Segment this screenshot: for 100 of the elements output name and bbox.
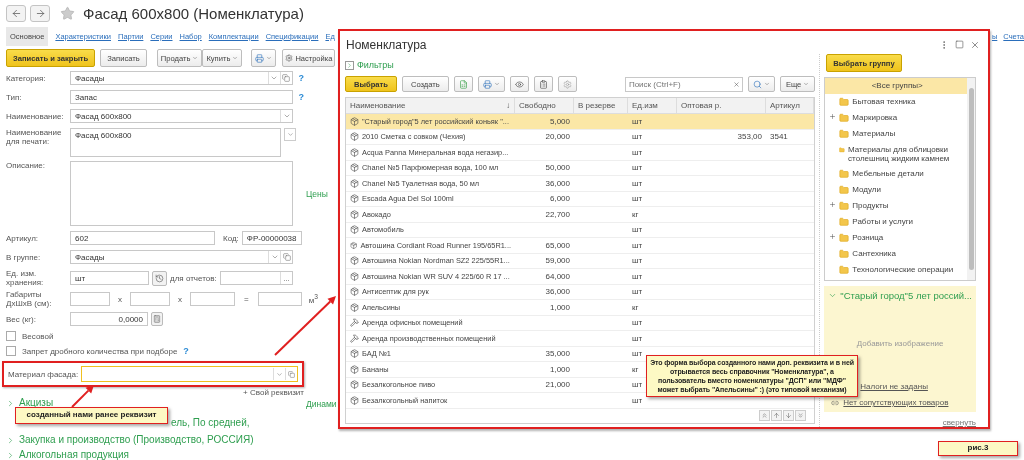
table-cell: шт — [632, 380, 643, 390]
column-header[interactable]: Наименование ↓ — [346, 98, 515, 113]
dropdown-button[interactable] — [284, 128, 296, 141]
table-cell: кг — [632, 302, 639, 312]
expand-icon[interactable] — [829, 201, 837, 208]
length-field[interactable] — [70, 292, 110, 306]
section-title[interactable]: Закупка и производство (Производство, РОССИЯ) — [19, 434, 254, 445]
code-field[interactable]: ФР-00000038 — [241, 231, 302, 245]
group-field[interactable]: Фасады — [70, 250, 293, 264]
height-field[interactable] — [190, 292, 235, 306]
report-unit-field[interactable]: ... — [219, 271, 293, 285]
gear-icon — [285, 54, 294, 62]
table-cell: шт — [632, 395, 643, 405]
page-up-button[interactable] — [771, 410, 783, 421]
double-down-icon — [797, 412, 805, 419]
tree-item[interactable]: Бытовая техника — [825, 94, 967, 110]
caret-icon — [266, 55, 273, 61]
clear-icon[interactable] — [732, 80, 740, 88]
table-cell: шт — [632, 240, 643, 250]
scrollbar[interactable] — [967, 78, 975, 280]
name-field[interactable]: Фасад 600x800 — [70, 109, 293, 123]
checkbox-label: Весовой — [22, 331, 54, 341]
choose-button[interactable]: ... — [280, 272, 292, 284]
hammer-icon — [350, 318, 359, 328]
tree-item[interactable]: Маркировка — [825, 110, 967, 126]
table-cell: шт — [632, 163, 643, 173]
box-icon — [350, 194, 359, 204]
eye-icon — [514, 79, 524, 89]
forward-button[interactable] — [30, 4, 50, 22]
field-label: Артикул: — [6, 233, 40, 243]
material-field[interactable] — [81, 366, 298, 382]
add-attribute-link[interactable]: + Свой реквизит — [243, 388, 304, 397]
checkbox-label: Запрет дробного количества при подборе — [22, 346, 178, 356]
view-button[interactable] — [509, 76, 529, 92]
first-page-button[interactable] — [759, 410, 771, 421]
column-header[interactable]: Свободно — [515, 98, 574, 113]
collapse-link[interactable]: свернуть — [942, 418, 976, 427]
table-cell: шт — [632, 116, 643, 126]
section-title[interactable]: Алкогольная продукция — [19, 449, 129, 460]
print-button[interactable] — [477, 76, 505, 92]
checkbox[interactable] — [6, 331, 16, 341]
tree-item[interactable]: Технологические операции — [825, 262, 967, 278]
weight-field[interactable]: 0,0000 — [70, 312, 148, 326]
field-label: Категория: — [6, 73, 47, 83]
tree-item[interactable]: Продукты — [825, 198, 967, 214]
type-field[interactable]: Запас — [70, 90, 293, 104]
maximize-icon[interactable] — [955, 39, 964, 49]
taxes-link[interactable]: Налоги не заданы — [860, 382, 972, 391]
filters-link[interactable]: Фильтры — [357, 60, 394, 70]
print-name-field[interactable]: Фасад 600x800 — [70, 128, 281, 157]
field-label: для отчетов: — [170, 273, 217, 283]
category-field[interactable]: Фасады — [70, 71, 293, 85]
width-field[interactable] — [130, 292, 170, 306]
dropdown-icon — [276, 370, 283, 378]
tree-item[interactable]: Розница — [825, 230, 967, 246]
tree-item[interactable]: Модули — [825, 182, 967, 198]
print-button[interactable] — [251, 49, 277, 67]
table-cell: кг — [632, 364, 639, 374]
calculator-button[interactable] — [151, 312, 163, 326]
tree-item[interactable]: Материалы — [825, 126, 967, 142]
tree-item[interactable]: <Все группы> — [825, 78, 967, 94]
tree-item[interactable]: Работы и услуги — [825, 214, 967, 230]
page-down-button[interactable] — [783, 410, 795, 421]
tree-item[interactable]: Сантехника — [825, 246, 967, 262]
section-title[interactable]: Акцизы — [19, 397, 54, 408]
hammer-icon — [350, 333, 359, 343]
field-label: Наименование для печати: — [6, 128, 63, 146]
close-icon[interactable] — [970, 39, 980, 50]
help-mark[interactable]: ? — [298, 92, 304, 102]
report-button[interactable] — [533, 76, 553, 92]
checkbox[interactable] — [6, 346, 16, 356]
unit-field[interactable]: шт — [70, 271, 149, 285]
column-header[interactable]: Артикул — [766, 98, 815, 113]
box-icon — [350, 163, 359, 173]
search-button[interactable] — [747, 76, 775, 92]
settings-button[interactable] — [557, 76, 577, 92]
back-button[interactable] — [6, 4, 26, 22]
table-cell: 64,000 — [545, 271, 570, 281]
column-header[interactable]: В резерве — [574, 98, 628, 113]
related-goods-link[interactable]: Нет сопутствующих товаров — [843, 398, 949, 407]
expand-icon[interactable] — [829, 113, 837, 120]
tree-item[interactable]: Мебельные детали — [825, 166, 967, 182]
history-button[interactable] — [152, 270, 167, 286]
column-header[interactable]: Оптовая р. — [677, 98, 766, 113]
article-field[interactable]: 602 — [70, 231, 215, 245]
box-icon — [350, 302, 359, 312]
column-header[interactable]: Ед.изм — [628, 98, 677, 113]
tree-item[interactable]: Материалы для облицовки столешниц жидким камнем — [825, 142, 967, 166]
volume-field[interactable] — [257, 292, 302, 306]
star-icon[interactable] — [60, 5, 75, 21]
last-page-button[interactable] — [795, 410, 807, 421]
section-title[interactable]: ель, По средней, — [171, 417, 250, 428]
box-icon — [350, 209, 359, 219]
help-mark[interactable]: ? — [183, 346, 189, 356]
open-icon — [282, 74, 290, 82]
search-field[interactable]: Поиск (Ctrl+F) — [624, 76, 743, 92]
spreadsheet-button[interactable] — [453, 76, 473, 92]
help-mark[interactable]: ? — [298, 73, 304, 83]
description-field[interactable] — [70, 161, 293, 226]
expand-icon[interactable] — [829, 233, 837, 240]
